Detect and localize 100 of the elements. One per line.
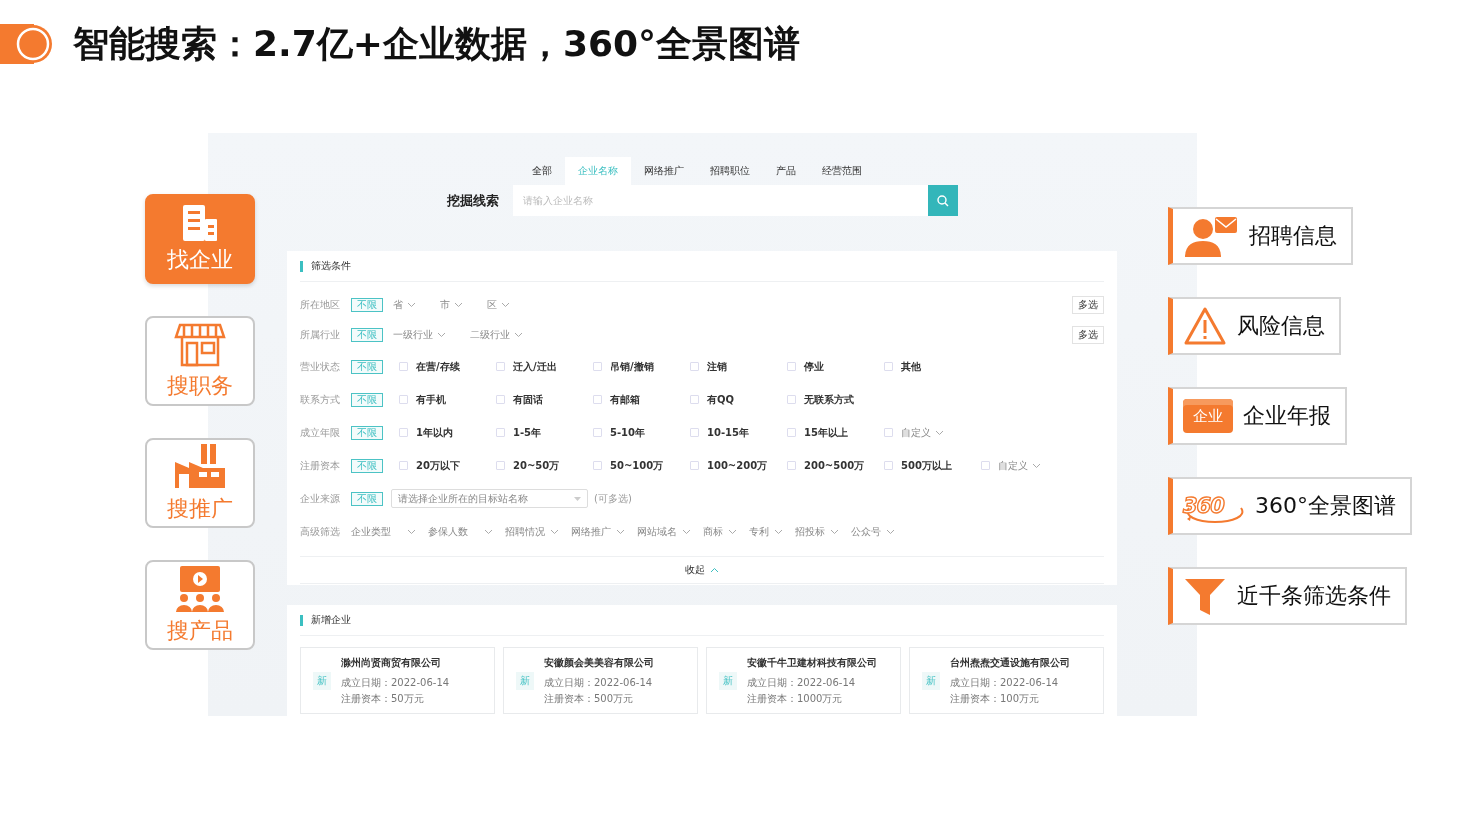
filter-dropdown[interactable]: 招投标 [795, 524, 839, 539]
site-select[interactable]: 请选择企业所在的目标站名称 [391, 489, 588, 508]
checkbox[interactable] [399, 362, 408, 371]
checkbox-label: 迁入/迁出 [513, 359, 557, 374]
caret-icon [437, 332, 446, 338]
checkbox-label: 注销 [707, 359, 727, 374]
category-button[interactable]: 找企业 [145, 194, 255, 284]
search-icon [937, 194, 949, 207]
checkbox-label: 200~500万 [804, 458, 865, 473]
new-badge: 新 [922, 671, 940, 690]
filter-dropdown[interactable]: 招聘情况 [505, 524, 559, 539]
checkbox[interactable] [981, 461, 990, 470]
any-option-tag[interactable]: 不限 [351, 392, 383, 407]
caret-icon [830, 528, 839, 535]
multi-select-button[interactable]: 多选 [1072, 296, 1104, 314]
filter-dropdown[interactable]: 网络推广 [571, 524, 625, 539]
any-option-tag[interactable]: 不限 [351, 491, 383, 506]
checkbox[interactable] [787, 362, 796, 371]
filter-dropdown[interactable]: 二级行业 [470, 328, 523, 342]
any-option-tag[interactable]: 不限 [351, 458, 383, 473]
panel-title: 筛选条件 [311, 259, 351, 273]
filter-dropdown[interactable]: 专利 [749, 524, 783, 539]
search-tab[interactable]: 企业名称 [564, 157, 631, 185]
checkbox[interactable] [690, 428, 699, 437]
caret-icon [935, 429, 944, 436]
company-card[interactable]: 新 台州焘焘交通设施有限公司 成立日期：2022-06-14 注册资本：100万元 [909, 647, 1104, 714]
checkbox[interactable] [690, 461, 699, 470]
checkbox-label: 有固话 [513, 392, 543, 407]
checkbox-label: 有邮箱 [610, 392, 640, 407]
any-option-tag[interactable]: 不限 [351, 425, 383, 440]
checkbox[interactable] [399, 461, 408, 470]
founded-date: 成立日期：2022-06-14 [544, 675, 654, 690]
checkbox-label: 1年以内 [416, 425, 453, 440]
filter-dropdown[interactable]: 省 [393, 298, 416, 312]
checkbox[interactable] [593, 395, 602, 404]
checkbox-label: 无联系方式 [804, 392, 854, 407]
caret-icon [616, 528, 625, 535]
company-name: 滁州尚贤商贸有限公司 [341, 655, 442, 670]
company-card[interactable]: 新 滁州尚贤商贸有限公司 成立日期：2022-06-14 注册资本：50万元 [300, 647, 495, 714]
custom-dropdown[interactable]: 自定义 [901, 425, 944, 440]
any-option-tag[interactable]: 不限 [351, 359, 383, 374]
category-button[interactable]: 搜职务 [145, 316, 255, 406]
search-tab[interactable]: 网络推广 [630, 157, 697, 185]
checkbox[interactable] [496, 395, 505, 404]
filter-dropdown[interactable]: 公众号 [851, 524, 895, 539]
company-card[interactable]: 新 安徽颜会美美容有限公司 成立日期：2022-06-14 注册资本：500万元 [503, 647, 698, 714]
category-button[interactable]: 搜产品 [145, 560, 255, 650]
founded-date: 成立日期：2022-06-14 [747, 675, 857, 690]
checkbox[interactable] [787, 395, 796, 404]
caret-icon [514, 332, 523, 338]
caret-icon [886, 528, 895, 535]
checkbox[interactable] [496, 362, 505, 371]
checkbox[interactable] [593, 428, 602, 437]
search-button[interactable] [928, 185, 958, 216]
filter-dropdown[interactable]: 区 [487, 298, 510, 312]
caret-icon [682, 528, 691, 535]
checkbox[interactable] [884, 362, 893, 371]
custom-dropdown[interactable]: 自定义 [998, 458, 1041, 473]
filter-label: 高级筛选 [300, 524, 341, 539]
checkbox[interactable] [399, 428, 408, 437]
new-badge: 新 [719, 671, 737, 690]
checkbox[interactable] [787, 428, 796, 437]
checkbox-label: 其他 [901, 359, 921, 374]
filter-dropdown[interactable]: 市 [440, 298, 463, 312]
filter-dropdown[interactable]: 一级行业 [393, 328, 446, 342]
collapse-button[interactable]: 收起 [679, 562, 725, 578]
search-label: 挖掘线索 [447, 191, 499, 210]
search-tab[interactable]: 招聘职位 [696, 157, 763, 185]
filter-dropdown[interactable]: 参保人数 [428, 524, 493, 539]
category-button[interactable]: 搜推广 [145, 438, 255, 528]
checkbox[interactable] [690, 362, 699, 371]
checkbox-label: 吊销/撤销 [610, 359, 654, 374]
filter-dropdown[interactable]: 网站域名 [637, 524, 691, 539]
checkbox[interactable] [884, 428, 893, 437]
checkbox[interactable] [496, 461, 505, 470]
slide-title: 智能搜索：2.7亿+企业数据，360°全景图谱 [73, 21, 801, 66]
checkbox[interactable] [399, 395, 408, 404]
title-bar-mark [300, 614, 303, 626]
caret-icon [454, 302, 463, 308]
search-tab[interactable]: 产品 [762, 157, 809, 185]
company-name: 台州焘焘交通设施有限公司 [950, 655, 1070, 670]
checkbox-label: 有手机 [416, 392, 446, 407]
multi-select-button[interactable]: 多选 [1072, 326, 1104, 344]
checkbox[interactable] [690, 395, 699, 404]
filter-dropdown[interactable]: 企业类型 [351, 524, 416, 539]
search-field[interactable]: 请输入企业名称 [513, 185, 928, 216]
checkbox[interactable] [593, 461, 602, 470]
note-text: (可多选) [594, 491, 632, 506]
company-card[interactable]: 新 安徽千牛卫建材科技有限公司 成立日期：2022-06-14 注册资本：1000万元 [706, 647, 901, 714]
checkbox-label: 20~50万 [513, 458, 560, 473]
any-option-tag[interactable]: 不限 [351, 328, 383, 342]
any-option-tag[interactable]: 不限 [351, 298, 383, 312]
checkbox[interactable] [884, 461, 893, 470]
search-tab[interactable]: 经营范围 [808, 157, 875, 185]
checkbox[interactable] [496, 428, 505, 437]
search-tab[interactable]: 全部 [518, 157, 565, 185]
filter-dropdown[interactable]: 商标 [703, 524, 737, 539]
feature-label: 企业年报 [1243, 402, 1331, 430]
checkbox[interactable] [787, 461, 796, 470]
checkbox[interactable] [593, 362, 602, 371]
